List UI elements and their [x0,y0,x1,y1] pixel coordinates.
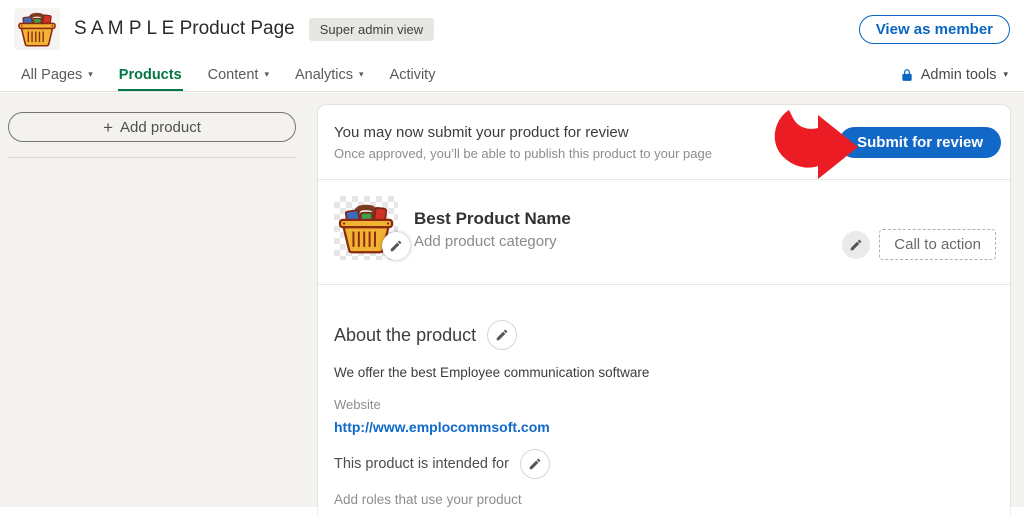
pencil-icon [528,457,542,471]
admin-tools-menu[interactable]: Admin tools ▾ [892,58,1016,91]
super-admin-badge: Super admin view [308,17,435,41]
website-link[interactable]: http://www.emplocommsoft.com [334,419,550,435]
page: S A M P L E Product Page Super admin vie… [0,0,1024,516]
nav-item-products[interactable]: Products [106,58,195,91]
chevron-down-icon: ▾ [1003,69,1008,79]
lock-icon [902,68,912,81]
chevron-down-icon: ▾ [359,69,364,79]
edit-about-button[interactable] [487,320,518,350]
page-logo-basket-icon [14,8,60,50]
submit-for-review-button[interactable]: Submit for review [839,127,1001,158]
pencil-icon [495,328,509,342]
nav-item-analytics[interactable]: Analytics ▾ [282,58,377,91]
about-section: About the product We offer the best Empl… [318,285,1010,516]
product-card: You may now submit your product for revi… [318,105,1010,516]
view-as-member-button[interactable]: View as member [858,14,1010,44]
nav-item-all-pages[interactable]: All Pages ▾ [8,58,106,91]
edit-call-to-action-button[interactable] [842,230,871,259]
call-to-action-button[interactable]: Call to action [879,229,996,260]
intended-for-label: This product is intended for [334,456,509,472]
nav-item-content[interactable]: Content ▾ [195,58,282,91]
pencil-icon [849,238,863,252]
nav-item-activity[interactable]: Activity [377,58,449,91]
page-nav: All Pages ▾ Products Content ▾ Analytics… [0,58,1024,92]
edit-intended-for-button[interactable] [519,449,550,479]
add-product-button[interactable]: + Add product [8,112,296,142]
review-banner-subtitle: Once approved, you’ll be able to publish… [334,146,712,161]
review-banner-title: You may now submit your product for revi… [334,124,629,141]
content-area: + Add product You may now submit your pr… [0,93,1024,516]
roles-placeholder: Add roles that use your product [334,492,522,507]
edit-logo-button[interactable] [382,232,410,260]
sidebar-divider [8,157,296,158]
product-description: We offer the best Employee communication… [334,365,650,380]
plus-icon: + [103,117,114,137]
product-header-row: Best Product Name Add product category C… [318,180,1010,285]
website-label: Website [334,397,381,412]
pencil-icon [389,239,403,253]
product-name: Best Product Name [414,209,571,228]
product-category-placeholder: Add product category [414,233,557,250]
products-sidebar: + Add product [8,112,296,158]
admin-tools-label: Admin tools [920,66,997,83]
review-banner: You may now submit your product for revi… [318,105,1010,180]
chevron-down-icon: ▾ [264,69,269,79]
page-header: S A M P L E Product Page Super admin vie… [0,0,1024,58]
page-title: S A M P L E Product Page [74,18,295,39]
chevron-down-icon: ▾ [88,69,93,79]
about-heading: About the product [334,324,477,345]
